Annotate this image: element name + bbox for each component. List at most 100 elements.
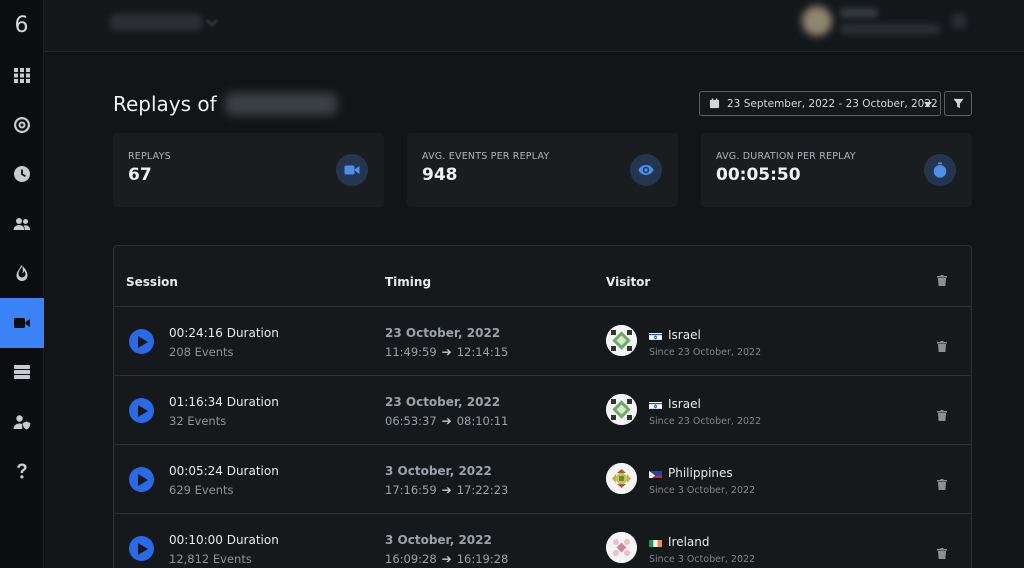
ireland-flag-icon <box>649 538 662 547</box>
trash-icon <box>937 341 947 352</box>
sidebar-item-dashboard[interactable] <box>0 50 44 100</box>
sidebar-item-visitors[interactable] <box>0 199 44 249</box>
play-button[interactable] <box>129 536 154 561</box>
replay-events: 629 Events <box>169 483 234 497</box>
page-title-text: Replays of <box>113 92 217 116</box>
play-icon <box>138 335 148 348</box>
end-time: 12:14:15 <box>456 345 509 359</box>
filter-button[interactable] <box>944 91 972 116</box>
replay-duration: 00:10:00 Duration <box>169 533 279 547</box>
sidebar-item-realtime[interactable] <box>0 149 44 199</box>
stat-value: 00:05:50 <box>716 165 801 185</box>
grid-icon <box>14 68 30 83</box>
app-logo[interactable]: 6 <box>0 0 43 50</box>
top-bar <box>44 0 1024 52</box>
end-time: 08:10:11 <box>456 414 509 428</box>
user-avatar[interactable] <box>802 6 832 36</box>
play-button[interactable] <box>129 467 154 492</box>
stat-value: 67 <box>128 165 152 185</box>
arrow-right-icon: ➔ <box>441 414 452 428</box>
user-menu-icon[interactable] <box>952 14 966 28</box>
fire-icon <box>16 265 28 281</box>
table-row[interactable]: 00:05:24 Duration 629 Events 3 October, … <box>114 445 971 514</box>
visitor-avatar[interactable] <box>606 325 637 356</box>
play-button[interactable] <box>129 398 154 423</box>
play-button[interactable] <box>129 329 154 354</box>
stat-label: AVG. DURATION PER REPLAY <box>716 151 856 162</box>
visitor-since: Since 23 October, 2022 <box>649 347 762 358</box>
trash-icon <box>937 410 947 421</box>
sidebar-item-heatmaps[interactable] <box>0 248 44 298</box>
replay-date: 3 October, 2022 <box>385 464 492 478</box>
country-name: Israel <box>668 397 701 411</box>
delete-row-button[interactable] <box>937 337 947 352</box>
delete-all-button[interactable] <box>937 271 947 286</box>
replay-duration: 00:05:24 Duration <box>169 464 279 478</box>
play-icon <box>138 542 148 555</box>
sidebar-item-goals[interactable] <box>0 100 44 150</box>
delete-row-button[interactable] <box>937 544 947 559</box>
page-title: Replays of <box>113 92 337 116</box>
start-time: 11:49:59 <box>385 345 437 359</box>
table-row[interactable]: 00:10:00 Duration 12,812 Events 3 Octobe… <box>114 514 971 568</box>
sidebar-item-replays[interactable] <box>0 298 44 348</box>
delete-row-button[interactable] <box>937 475 947 490</box>
date-range-label: 23 September, 2022 - 23 October, 2022 <box>727 97 938 110</box>
replays-table: Session Timing Visitor 00:24:16 Duration… <box>113 245 972 568</box>
table-row[interactable]: 01:16:34 Duration 32 Events 23 October, … <box>114 376 971 445</box>
target-icon <box>14 117 30 133</box>
stopwatch-icon <box>924 154 956 186</box>
sidebar-item-help[interactable] <box>0 446 44 496</box>
video-icon <box>14 318 30 328</box>
visitor-country: Philippines <box>649 466 733 480</box>
date-range-picker[interactable]: 23 September, 2022 - 23 October, 2022 <box>699 91 941 116</box>
clock-icon <box>14 166 30 182</box>
visitor-avatar[interactable] <box>606 532 637 563</box>
country-name: Israel <box>668 328 701 342</box>
column-header-timing[interactable]: Timing <box>385 275 431 289</box>
arrow-right-icon: ➔ <box>441 552 452 566</box>
replay-date: 3 October, 2022 <box>385 533 492 547</box>
replay-time-range: 16:09:28 ➔ 16:19:28 <box>385 552 508 566</box>
visitor-country: Israel <box>649 397 701 411</box>
country-name: Philippines <box>668 466 733 480</box>
site-name-redacted <box>224 93 337 115</box>
video-icon <box>336 154 368 186</box>
stat-label: REPLAYS <box>128 151 171 162</box>
israel-flag-icon <box>649 400 662 409</box>
calendar-icon <box>709 98 720 109</box>
stat-card-avg-events: AVG. EVENTS PER REPLAY 948 <box>407 133 678 207</box>
column-header-visitor[interactable]: Visitor <box>606 275 650 289</box>
trash-icon <box>937 548 947 559</box>
replay-events: 208 Events <box>169 345 234 359</box>
caret-down-icon <box>924 102 932 107</box>
question-icon <box>17 463 27 479</box>
end-time: 17:22:23 <box>456 483 509 497</box>
chevron-down-icon <box>206 15 218 27</box>
site-selector[interactable] <box>110 14 202 30</box>
sidebar-item-users[interactable] <box>0 397 44 447</box>
server-icon <box>14 365 30 379</box>
visitor-avatar[interactable] <box>606 394 637 425</box>
arrow-right-icon: ➔ <box>441 483 452 497</box>
delete-row-button[interactable] <box>937 406 947 421</box>
trash-icon <box>937 275 947 286</box>
philippines-flag-icon <box>649 469 662 478</box>
start-time: 16:09:28 <box>385 552 437 566</box>
column-header-session[interactable]: Session <box>126 275 178 289</box>
visitor-since: Since 3 October, 2022 <box>649 485 756 496</box>
sidebar-item-data[interactable] <box>0 347 44 397</box>
replay-duration: 00:24:16 Duration <box>169 326 279 340</box>
eye-icon <box>630 154 662 186</box>
country-name: Ireland <box>668 535 710 549</box>
visitor-avatar[interactable] <box>606 463 637 494</box>
visitor-since: Since 3 October, 2022 <box>649 554 756 565</box>
users-icon <box>13 218 30 230</box>
stat-card-replays: REPLAYS 67 <box>113 133 384 207</box>
start-time: 17:16:59 <box>385 483 437 497</box>
table-header: Session Timing Visitor <box>114 246 971 307</box>
start-time: 06:53:37 <box>385 414 437 428</box>
visitor-country: Ireland <box>649 535 710 549</box>
table-row[interactable]: 00:24:16 Duration 208 Events 23 October,… <box>114 307 971 376</box>
replay-events: 12,812 Events <box>169 552 252 566</box>
